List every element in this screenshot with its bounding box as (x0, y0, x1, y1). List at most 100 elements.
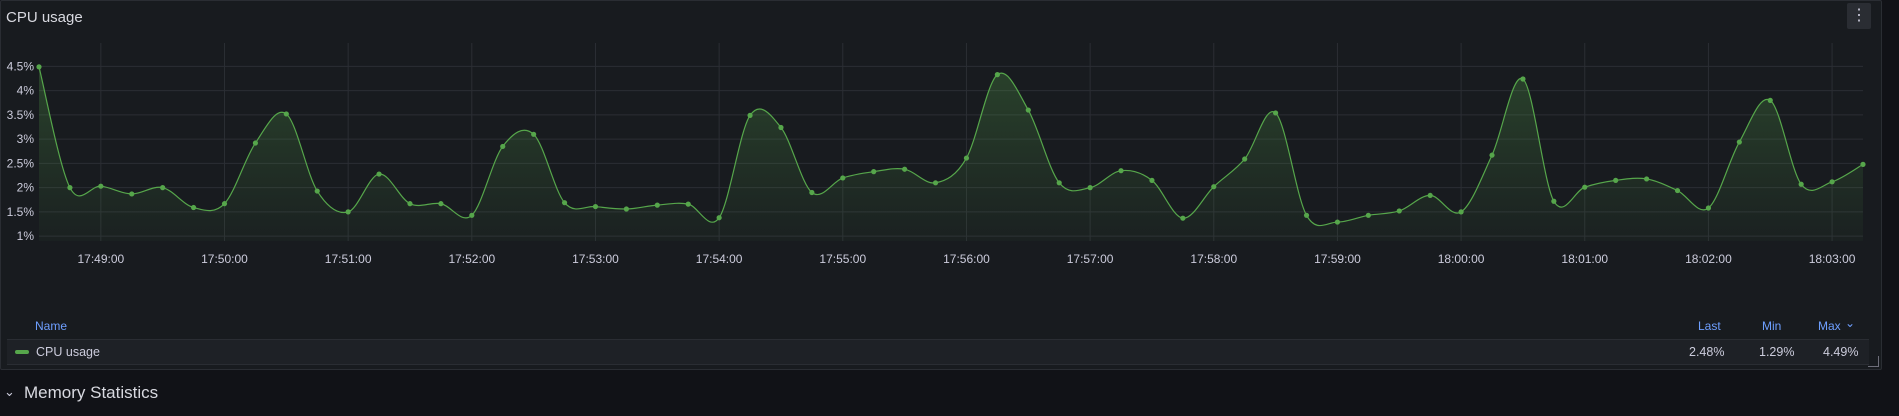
y-axis: 1% 1.5% 2% 2.5% 3% 3.5% 4% 4.5% (7, 59, 35, 243)
data-point[interactable] (871, 169, 877, 175)
data-point[interactable] (716, 215, 722, 221)
data-point[interactable] (1242, 156, 1248, 162)
data-point[interactable] (623, 206, 629, 212)
data-point[interactable] (190, 204, 197, 211)
data-point[interactable] (809, 189, 815, 196)
data-point[interactable] (1025, 107, 1031, 113)
resize-handle[interactable] (1868, 356, 1879, 367)
y-tick-label: 2.5% (7, 156, 35, 170)
data-point[interactable] (314, 188, 320, 194)
data-point[interactable] (67, 185, 73, 191)
x-tick-label: 17:49:00 (77, 252, 124, 266)
legend-row[interactable]: CPU usage 2.48% 1.29% 4.49% (7, 339, 1869, 365)
data-point[interactable] (283, 111, 289, 117)
y-tick-label: 2% (17, 181, 35, 195)
data-point[interactable] (1118, 168, 1124, 174)
x-tick-label: 17:52:00 (448, 252, 495, 266)
data-point[interactable] (1736, 139, 1742, 145)
cpu-usage-panel: CPU usage ⋮ 1% 1.5% 2% 2.5% 3% 3.5% 4% 4.5% 17:… (0, 0, 1882, 370)
data-point[interactable] (1365, 212, 1371, 218)
data-point[interactable] (1551, 198, 1557, 204)
legend-series-name[interactable]: CPU usage (36, 345, 100, 359)
data-point[interactable] (221, 201, 228, 207)
legend-header-last[interactable]: Last (1698, 319, 1721, 333)
data-point[interactable] (778, 124, 784, 131)
data-point[interactable] (469, 212, 475, 218)
data-point[interactable] (1674, 187, 1681, 194)
legend-header-min[interactable]: Min (1762, 319, 1781, 333)
data-point[interactable] (252, 140, 259, 146)
data-point[interactable] (561, 200, 568, 206)
data-point[interactable] (1303, 212, 1310, 218)
x-tick-label: 17:50:00 (201, 252, 248, 266)
data-point[interactable] (345, 209, 351, 215)
legend-header: Name Last Min Max ⌄ (1, 316, 1883, 337)
chevron-down-icon: ⌄ (1845, 316, 1856, 330)
legend-header-name[interactable]: Name (35, 319, 67, 333)
data-point[interactable] (531, 131, 537, 137)
data-point[interactable] (1829, 179, 1835, 185)
data-point[interactable] (932, 180, 939, 186)
x-tick-label: 17:54:00 (696, 252, 743, 266)
x-tick-label: 17:55:00 (819, 252, 866, 266)
data-point[interactable] (1489, 152, 1495, 158)
data-point[interactable] (1180, 215, 1186, 221)
data-point[interactable] (1798, 181, 1804, 187)
x-tick-label: 17:59:00 (1314, 252, 1361, 266)
data-point[interactable] (1056, 180, 1062, 186)
legend-max-value: 4.49% (1823, 345, 1859, 359)
data-point[interactable] (98, 183, 104, 189)
y-tick-label: 3% (17, 132, 35, 146)
data-point[interactable] (994, 72, 1000, 78)
panel-menu-button[interactable]: ⋮ (1847, 3, 1871, 29)
panel-title[interactable]: CPU usage (6, 9, 83, 26)
data-point[interactable] (1860, 161, 1866, 167)
data-point[interactable] (963, 155, 970, 161)
data-point[interactable] (407, 201, 413, 207)
x-tick-label: 17:53:00 (572, 252, 619, 266)
y-tick-label: 1.5% (7, 205, 35, 219)
data-point[interactable] (1613, 177, 1619, 183)
data-point[interactable] (500, 143, 506, 150)
x-tick-label: 18:03:00 (1809, 252, 1856, 266)
x-tick-label: 18:02:00 (1685, 252, 1732, 266)
data-point[interactable] (438, 201, 444, 207)
data-point[interactable] (747, 112, 753, 118)
data-point[interactable] (1582, 184, 1588, 190)
y-tick-label: 3.5% (7, 108, 35, 122)
data-point[interactable] (1767, 97, 1773, 103)
data-point[interactable] (1149, 177, 1155, 183)
legend-header-max[interactable]: Max (1818, 319, 1841, 333)
data-point[interactable] (36, 64, 42, 70)
data-point[interactable] (1458, 209, 1464, 215)
kebab-menu-icon: ⋮ (1851, 7, 1867, 24)
section-title[interactable]: Memory Statistics (24, 383, 158, 403)
data-point[interactable] (685, 201, 691, 207)
y-tick-label: 1% (17, 229, 35, 243)
data-point[interactable] (1520, 76, 1526, 82)
data-point[interactable] (1427, 192, 1433, 199)
data-point[interactable] (902, 166, 908, 172)
data-point[interactable] (129, 191, 135, 197)
data-point[interactable] (654, 202, 660, 208)
x-tick-label: 17:56:00 (943, 252, 990, 266)
y-tick-label: 4.5% (7, 59, 35, 73)
data-point[interactable] (376, 171, 382, 177)
x-tick-label: 17:51:00 (325, 252, 372, 266)
data-point[interactable] (1211, 184, 1217, 190)
cpu-usage-chart[interactable]: 1% 1.5% 2% 2.5% 3% 3.5% 4% 4.5% 17:49:00 17:50:0… (1, 41, 1883, 311)
data-point[interactable] (1334, 219, 1341, 225)
data-point[interactable] (1705, 205, 1712, 211)
chevron-down-icon[interactable]: ⌄ (4, 384, 15, 400)
memory-statistics-row[interactable]: ⌄ Memory Statistics (0, 378, 1899, 408)
legend-last-value: 2.48% (1689, 345, 1725, 359)
series-area (39, 66, 1863, 241)
x-tick-label: 17:58:00 (1190, 252, 1237, 266)
data-point[interactable] (592, 203, 599, 210)
data-point[interactable] (1396, 208, 1402, 214)
data-point[interactable] (1273, 110, 1279, 116)
data-point[interactable] (160, 185, 166, 191)
data-point[interactable] (840, 175, 846, 181)
data-point[interactable] (1087, 185, 1093, 191)
data-point[interactable] (1643, 176, 1650, 182)
